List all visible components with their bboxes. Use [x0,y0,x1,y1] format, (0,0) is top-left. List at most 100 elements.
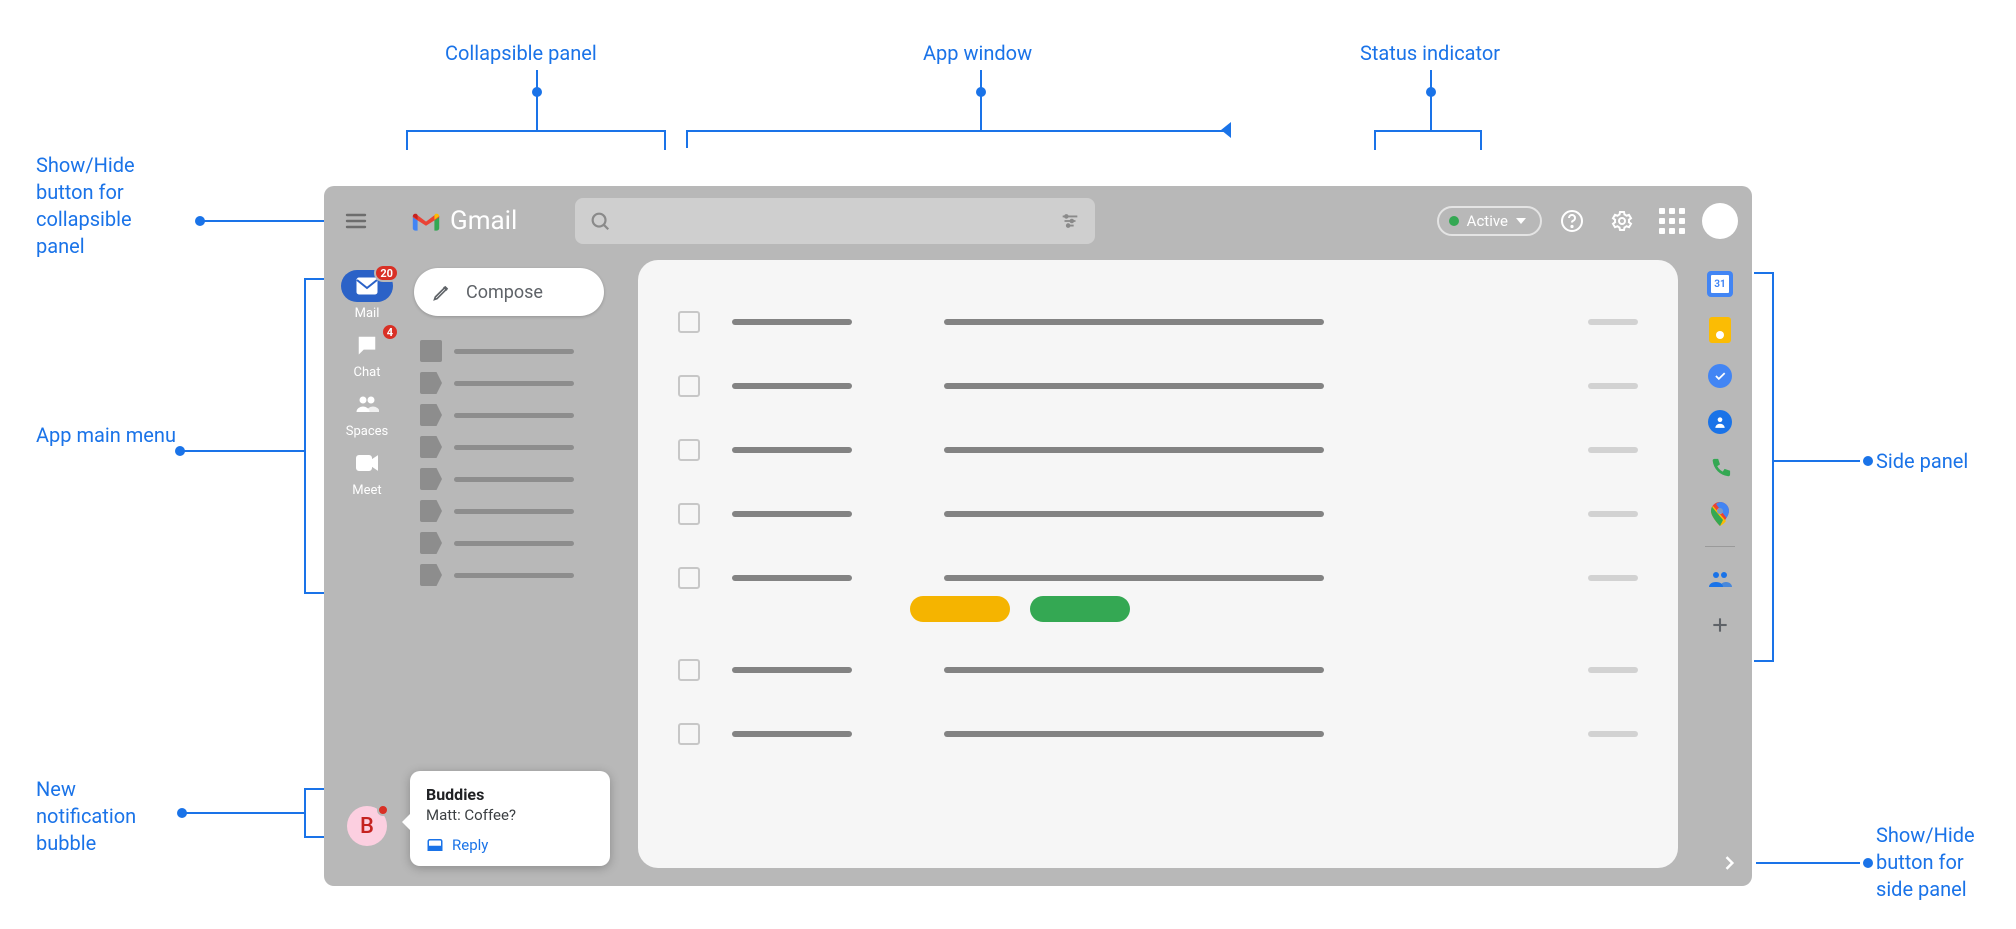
spaces-icon [355,394,379,414]
annot-collapsible: Collapsible panel [445,40,597,67]
annot-toggle-panel: Show/Hide button for collapsible panel [36,152,135,260]
apps-grid-icon [1659,208,1685,234]
annot-status: Status indicator [1360,40,1500,67]
checkbox[interactable] [678,311,700,333]
product-name: Gmail [450,206,517,236]
message-row[interactable] [678,702,1638,766]
collapsible-panel: Compose Buddies Matt: Coffee? Reply [410,256,638,886]
label-icon [420,436,442,458]
compose-button[interactable]: Compose [414,268,604,316]
voice-icon [1709,457,1731,479]
settings-button[interactable] [1602,201,1642,241]
app-main-menu: 20 Mail 4 Chat Spaces [324,256,410,886]
side-add-button[interactable] [1706,611,1734,639]
search-options-icon[interactable] [1059,210,1081,232]
checkbox[interactable] [678,503,700,525]
rail-label-mail: Mail [355,306,380,321]
label-icon [420,404,442,426]
checkbox[interactable] [678,659,700,681]
google-apps-button[interactable] [1652,201,1692,241]
side-app-keep[interactable] [1706,316,1734,344]
mail-badge: 20 [374,264,399,282]
notification-title: Buddies [426,785,594,804]
keep-icon [1709,317,1731,343]
gmail-logo[interactable]: Gmail [410,206,517,236]
rail-item-mail[interactable]: 20 Mail [332,270,402,321]
suggestion-chip[interactable] [910,596,1010,622]
annot-toggle-side: Show/Hide button for side panel [1876,822,1975,903]
pencil-icon [432,282,452,302]
account-avatar[interactable] [1702,203,1738,239]
checkbox[interactable] [678,723,700,745]
status-dot-icon [1449,216,1459,226]
message-row[interactable] [678,290,1638,354]
side-app-maps[interactable] [1706,500,1734,528]
notification-reply-button[interactable]: Reply [426,836,594,854]
message-row[interactable] [678,638,1638,702]
suggestion-chip[interactable] [1030,596,1130,622]
suggestion-chips [910,596,1638,622]
groups-icon [1708,569,1732,589]
header-bar: Gmail Active [324,186,1752,256]
help-icon [1560,209,1584,233]
message-row[interactable] [678,482,1638,546]
label-icon [420,468,442,490]
notification-message: Matt: Coffee? [426,806,594,824]
checkbox[interactable] [678,375,700,397]
panel-item-label[interactable] [414,434,630,460]
support-button[interactable] [1552,201,1592,241]
rail-label-chat: Chat [354,365,381,380]
message-row[interactable] [678,354,1638,418]
status-indicator[interactable]: Active [1437,206,1542,236]
side-app-contacts[interactable] [1706,408,1734,436]
annot-main-menu: App main menu [36,422,176,449]
side-divider [1705,546,1735,547]
label-icon [420,564,442,586]
panel-item-label[interactable] [414,562,630,588]
notification-avatar-letter: B [360,814,374,839]
panel-item-label[interactable] [414,530,630,556]
side-panel [1688,256,1752,886]
search-input[interactable] [575,198,1095,244]
rail-label-meet: Meet [352,483,381,498]
search-icon [589,210,611,232]
chat-icon [356,334,378,356]
annot-notification: New notification bubble [36,776,136,857]
tasks-icon [1708,364,1732,388]
panel-item-label[interactable] [414,498,630,524]
side-app-groups[interactable] [1706,565,1734,593]
panel-item-inbox[interactable] [414,338,630,364]
gmail-icon [410,209,442,233]
gmail-window: Gmail Active [324,186,1752,886]
annot-side-panel: Side panel [1876,448,1968,475]
side-panel-toggle[interactable] [1706,840,1752,886]
checkbox[interactable] [678,439,700,461]
compose-label: Compose [466,282,543,303]
mail-icon [356,277,378,295]
chevron-down-icon [1516,218,1526,224]
notification-bubble[interactable]: B [347,806,387,846]
side-app-voice[interactable] [1706,454,1734,482]
label-icon [420,500,442,522]
rail-item-chat[interactable]: 4 Chat [332,329,402,380]
checkbox[interactable] [678,567,700,589]
inbox-icon [420,340,442,362]
side-app-calendar[interactable] [1706,270,1734,298]
gear-icon [1610,209,1634,233]
panel-item-label[interactable] [414,466,630,492]
calendar-icon [1707,271,1733,297]
message-list [638,260,1678,868]
main-menu-toggle[interactable] [338,203,374,239]
label-icon [420,372,442,394]
contacts-icon [1708,410,1732,434]
rail-item-meet[interactable]: Meet [332,447,402,498]
meet-icon [355,454,379,472]
status-label: Active [1467,212,1508,230]
message-row[interactable] [678,418,1638,482]
maps-icon [1711,502,1729,526]
side-app-tasks[interactable] [1706,362,1734,390]
rail-item-spaces[interactable]: Spaces [332,388,402,439]
reply-label: Reply [452,836,488,854]
panel-item-label[interactable] [414,370,630,396]
panel-item-label[interactable] [414,402,630,428]
